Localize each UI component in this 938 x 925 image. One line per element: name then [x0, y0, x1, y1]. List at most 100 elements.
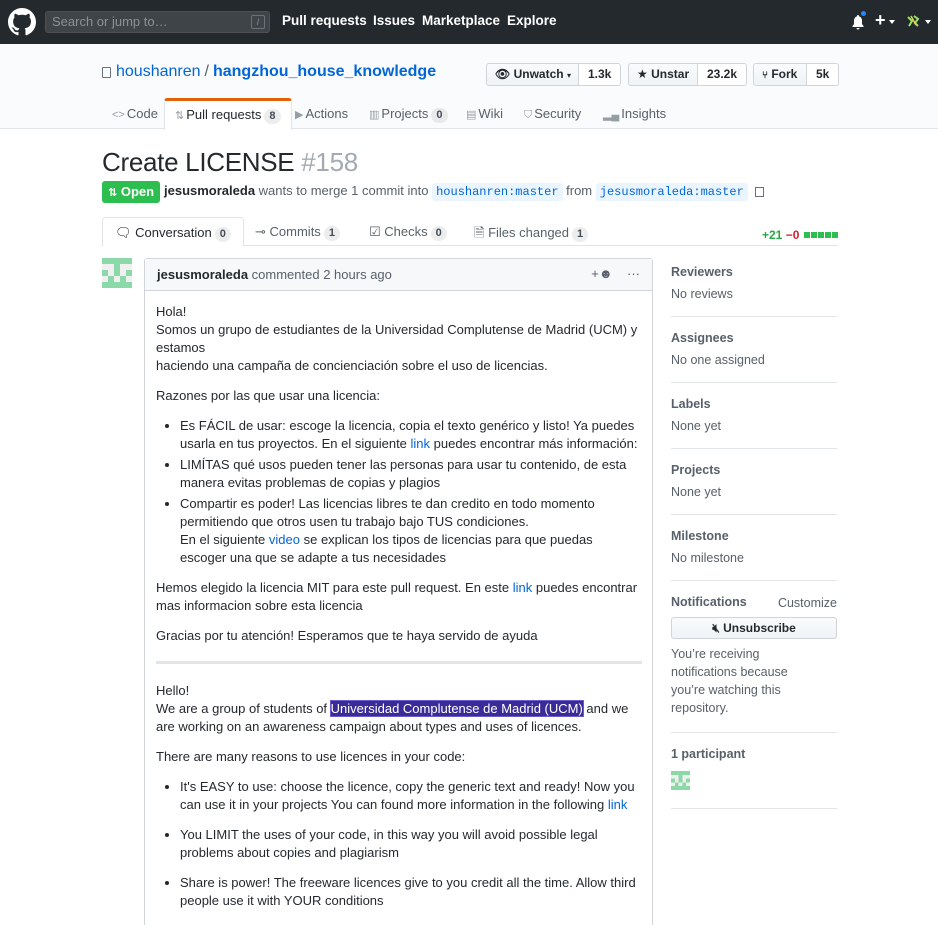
from-text: from	[566, 183, 593, 198]
diffstat-block	[810, 232, 817, 238]
search-shortcut-key: /	[251, 15, 265, 29]
comment-icon: 🗨︎	[115, 225, 132, 240]
mute-icon: 🔇︎	[712, 621, 720, 635]
github-logo-icon[interactable]	[8, 8, 36, 36]
tab-files-changed[interactable]: 🗎︎ Files changed 1	[462, 217, 600, 246]
projects-section[interactable]: Projects None yet	[671, 463, 837, 515]
text: Hemos elegido la licencia MIT para este …	[156, 580, 513, 595]
shield-icon: ⛉	[524, 109, 533, 121]
star-button[interactable]: ★ Unstar	[628, 63, 698, 86]
text: Compartir es poder! Las licencias libres…	[180, 496, 595, 529]
tab-pull-requests[interactable]: ⇅ Pull requests 8	[164, 98, 292, 130]
add-reaction-icon[interactable]: +☻	[591, 266, 612, 281]
section-title: Milestone	[671, 529, 729, 543]
list-item: LIMÍTAS qué usos pueden tener las person…	[180, 456, 642, 492]
comment-author[interactable]: jesusmoraleda	[157, 267, 248, 282]
tab-label: Files changed	[488, 225, 570, 240]
link[interactable]: link	[513, 580, 533, 595]
comment-time[interactable]: 2 hours ago	[323, 267, 392, 282]
star-count[interactable]: 23.2k	[698, 63, 748, 86]
tab-wiki[interactable]: ▤ Wiki	[456, 98, 513, 129]
tab-commits[interactable]: ⊸ Commits 1	[243, 217, 352, 246]
fork-icon: ⑂	[762, 70, 768, 81]
pr-tabs: 🗨︎ Conversation 0 ⊸ Commits 1 ☑ Checks 0 🗎︎…	[102, 217, 838, 247]
tab-actions[interactable]: ▶ Actions	[285, 98, 358, 129]
code-icon: <>	[112, 109, 125, 121]
milestone-section[interactable]: Milestone No milestone	[671, 529, 837, 581]
tab-insights[interactable]: ▂▄ Insights	[593, 98, 676, 129]
text: Hello!	[156, 683, 190, 698]
text: It's EASY to use: choose the licence, co…	[180, 779, 635, 812]
participant-avatar[interactable]	[671, 771, 690, 790]
nav-explore[interactable]: Explore	[507, 13, 557, 28]
nav-issues[interactable]: Issues	[373, 13, 415, 28]
nav-marketplace[interactable]: Marketplace	[422, 13, 500, 28]
participants-section: 1 participant	[671, 747, 837, 809]
section-title: Projects	[671, 463, 721, 477]
nav-pull-requests[interactable]: Pull requests	[282, 13, 367, 28]
tab-code[interactable]: <> Code	[102, 98, 168, 129]
tab-count: 1	[323, 226, 340, 241]
caret-down-icon: ▾	[566, 71, 571, 80]
star-label: Unstar	[651, 67, 690, 81]
link[interactable]: link	[411, 436, 431, 451]
tab-checks[interactable]: ☑ Checks 0	[357, 217, 459, 246]
diffstat-block	[817, 232, 824, 238]
diffstat-block	[803, 232, 810, 238]
list-item: Share is power! The freeware licences gi…	[180, 874, 642, 910]
assignees-section[interactable]: Assignees No one assigned	[671, 331, 837, 383]
tab-count: 0	[214, 227, 231, 242]
section-value: No milestone	[671, 551, 744, 565]
text: puedes encontrar más información:	[430, 436, 638, 451]
pr-state-badge: ⇅ Open	[102, 181, 161, 203]
link[interactable]: link	[608, 797, 628, 812]
diffstat: +21 −0	[762, 228, 838, 242]
pr-author-link[interactable]: jesusmoraleda	[164, 183, 255, 198]
tab-conversation[interactable]: 🗨︎ Conversation 0	[102, 217, 244, 247]
comment-action: commented	[251, 267, 320, 282]
head-branch[interactable]: jesusmoraleda:master	[595, 183, 748, 201]
plus-icon[interactable]: +	[875, 10, 886, 31]
repo-owner-link[interactable]: houshanren	[116, 63, 201, 80]
user-avatar[interactable]	[906, 14, 920, 28]
video-link[interactable]: video	[269, 532, 300, 547]
en-intro: Hello! We are a group of students of Uni…	[156, 682, 642, 736]
divider	[156, 661, 642, 664]
pr-number: #158	[301, 147, 358, 177]
tab-label: Commits	[269, 224, 321, 239]
reviewers-section[interactable]: Reviewers No reviews	[671, 265, 837, 317]
author-avatar[interactable]	[102, 258, 132, 288]
fork-button[interactable]: ⑂ Fork	[753, 63, 807, 86]
tab-projects[interactable]: ▥ Projects 0	[359, 98, 458, 129]
merge-text: wants to merge 1 commit into	[258, 183, 429, 198]
tab-security[interactable]: ⛉ Security	[514, 98, 591, 129]
search-input[interactable]: Search or jump to… /	[45, 11, 270, 33]
en-section: Hello! We are a group of students of Uni…	[156, 682, 642, 910]
section-value: None yet	[671, 419, 722, 433]
fork-count[interactable]: 5k	[807, 63, 840, 86]
clipboard-icon[interactable]	[755, 186, 765, 197]
search-placeholder: Search or jump to…	[52, 14, 168, 29]
base-branch[interactable]: houshanren:master	[432, 183, 563, 201]
diffstat-block	[824, 232, 831, 238]
caret-down-icon	[889, 20, 895, 24]
star-icon: ★	[637, 67, 648, 81]
comment-actions: +☻ ···	[591, 266, 640, 281]
global-header: Search or jump to… / Pull requests Issue…	[0, 0, 938, 44]
watch-label: Unwatch	[513, 67, 564, 81]
unsubscribe-button[interactable]: 🔇︎ Unsubscribe	[671, 617, 837, 639]
tab-label: Insights	[621, 106, 667, 121]
commit-icon: ⊸	[255, 224, 266, 239]
watch-button[interactable]: 👁︎ Unwatch ▾	[486, 63, 579, 86]
labels-section[interactable]: Labels None yet	[671, 397, 837, 449]
tab-label: Security	[534, 106, 582, 121]
unsubscribe-label: Unsubscribe	[723, 621, 796, 635]
repo-name-link[interactable]: hangzhou_house_knowledge	[213, 63, 436, 80]
kebab-horizontal-icon[interactable]: ···	[627, 266, 640, 281]
pr-state-label: Open	[120, 184, 155, 199]
tab-label: Conversation	[135, 225, 212, 240]
list-item: It's EASY to use: choose the licence, co…	[180, 778, 642, 814]
watch-count[interactable]: 1.3k	[579, 63, 622, 86]
customize-link[interactable]: Customize	[778, 596, 837, 610]
repo-header: houshanren / hangzhou_house_knowledge 👁︎ U…	[0, 44, 938, 130]
